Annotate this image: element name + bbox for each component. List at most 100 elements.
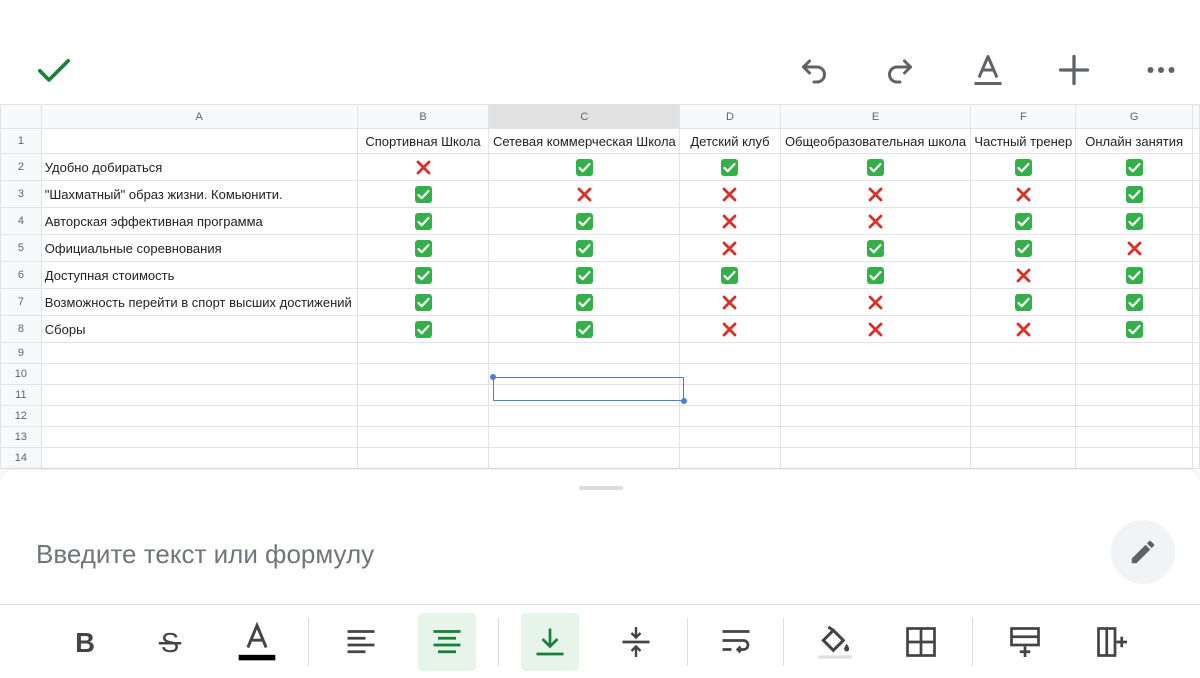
row-header[interactable]: 9 — [0, 342, 42, 364]
cell[interactable] — [1192, 261, 1200, 289]
cell[interactable] — [356, 405, 490, 427]
vertical-align-bottom-icon[interactable] — [521, 613, 579, 671]
cell[interactable] — [1192, 363, 1200, 385]
column-header-g[interactable]: G — [1075, 104, 1193, 129]
text-format-icon[interactable] — [966, 48, 1010, 92]
selection-handle-top[interactable] — [490, 374, 496, 380]
row-label-cell[interactable]: "Шахматный" образ жизни. Комьюнити. — [40, 180, 358, 208]
mark-cell[interactable] — [356, 180, 490, 208]
mark-cell[interactable] — [488, 207, 681, 235]
cell[interactable] — [970, 405, 1077, 427]
row-label-cell[interactable]: Удобно добираться — [40, 153, 358, 181]
more-horiz-icon[interactable] — [1139, 48, 1183, 92]
bold-icon[interactable]: B — [56, 613, 114, 671]
cell[interactable] — [488, 384, 681, 406]
mark-cell[interactable] — [779, 288, 972, 316]
row-header[interactable]: 6 — [0, 261, 42, 289]
row-header[interactable]: 5 — [0, 234, 42, 262]
mark-cell[interactable] — [779, 234, 972, 262]
mark-cell[interactable] — [356, 261, 490, 289]
row-header[interactable]: 12 — [0, 405, 42, 427]
mark-cell[interactable] — [679, 180, 781, 208]
cell[interactable] — [1192, 447, 1200, 469]
cell[interactable] — [356, 363, 490, 385]
mark-cell[interactable] — [356, 315, 490, 343]
row-header[interactable]: 13 — [0, 426, 42, 448]
cell[interactable] — [779, 426, 972, 448]
insert-row-icon[interactable] — [996, 613, 1054, 671]
cell[interactable] — [970, 363, 1077, 385]
mark-cell[interactable] — [970, 315, 1077, 343]
cell[interactable] — [356, 447, 490, 469]
mark-cell[interactable] — [970, 234, 1077, 262]
mark-cell[interactable] — [488, 180, 681, 208]
cell[interactable] — [1192, 207, 1200, 235]
mark-cell[interactable] — [970, 153, 1077, 181]
cell[interactable] — [488, 447, 681, 469]
mark-cell[interactable] — [488, 153, 681, 181]
text-color-icon[interactable] — [228, 613, 286, 671]
cell[interactable] — [1192, 234, 1200, 262]
cell[interactable] — [1192, 315, 1200, 343]
mark-cell[interactable] — [779, 315, 972, 343]
mark-cell[interactable] — [1075, 234, 1193, 262]
cell[interactable] — [1075, 384, 1193, 406]
row-label-cell[interactable]: Возможность перейти в спорт высших дости… — [40, 288, 358, 316]
column-header-c[interactable]: C — [488, 104, 681, 129]
cell[interactable] — [40, 342, 358, 364]
mark-cell[interactable] — [779, 207, 972, 235]
cell[interactable] — [779, 342, 972, 364]
row-header[interactable]: 11 — [0, 384, 42, 406]
mark-cell[interactable] — [1075, 153, 1193, 181]
check-icon[interactable] — [32, 48, 76, 92]
pencil-icon[interactable] — [1111, 520, 1175, 584]
cell[interactable]: Частный тренер — [970, 128, 1077, 154]
cell[interactable] — [1075, 447, 1193, 469]
cell[interactable] — [1075, 405, 1193, 427]
cell[interactable] — [1192, 128, 1200, 154]
plus-icon[interactable] — [1052, 48, 1096, 92]
cell[interactable] — [679, 384, 781, 406]
mark-cell[interactable] — [1075, 207, 1193, 235]
selection-handle-bottom[interactable] — [681, 398, 687, 404]
align-left-icon[interactable] — [332, 613, 390, 671]
cell[interactable] — [679, 405, 781, 427]
cell[interactable] — [1075, 426, 1193, 448]
mark-cell[interactable] — [970, 261, 1077, 289]
mark-cell[interactable] — [356, 288, 490, 316]
mark-cell[interactable] — [970, 207, 1077, 235]
redo-icon[interactable] — [878, 48, 922, 92]
row-header[interactable]: 2 — [0, 153, 42, 181]
mark-cell[interactable] — [1075, 261, 1193, 289]
mark-cell[interactable] — [679, 315, 781, 343]
mark-cell[interactable] — [1075, 315, 1193, 343]
mark-cell[interactable] — [356, 234, 490, 262]
insert-column-icon[interactable] — [1083, 613, 1141, 671]
cell[interactable] — [1192, 384, 1200, 406]
column-header-e[interactable]: E — [779, 104, 972, 129]
column-header-extra[interactable] — [1192, 104, 1200, 129]
row-label-cell[interactable]: Сборы — [40, 315, 358, 343]
cell[interactable] — [970, 342, 1077, 364]
vertical-align-middle-icon[interactable] — [607, 613, 665, 671]
cell[interactable] — [970, 384, 1077, 406]
column-header-a[interactable]: A — [40, 104, 358, 129]
mark-cell[interactable] — [488, 234, 681, 262]
mark-cell[interactable] — [679, 288, 781, 316]
row-header[interactable]: 8 — [0, 315, 42, 343]
cell[interactable] — [488, 405, 681, 427]
cell[interactable] — [40, 447, 358, 469]
mark-cell[interactable] — [970, 180, 1077, 208]
cell[interactable] — [488, 363, 681, 385]
row-header[interactable]: 4 — [0, 207, 42, 235]
cell[interactable] — [1192, 342, 1200, 364]
mark-cell[interactable] — [356, 207, 490, 235]
row-label-cell[interactable]: Доступная стоимость — [40, 261, 358, 289]
mark-cell[interactable] — [679, 234, 781, 262]
cell[interactable] — [356, 384, 490, 406]
strikethrough-icon[interactable]: S — [141, 613, 199, 671]
column-header-d[interactable]: D — [679, 104, 781, 129]
mark-cell[interactable] — [970, 288, 1077, 316]
row-header[interactable]: 3 — [0, 180, 42, 208]
mark-cell[interactable] — [779, 153, 972, 181]
